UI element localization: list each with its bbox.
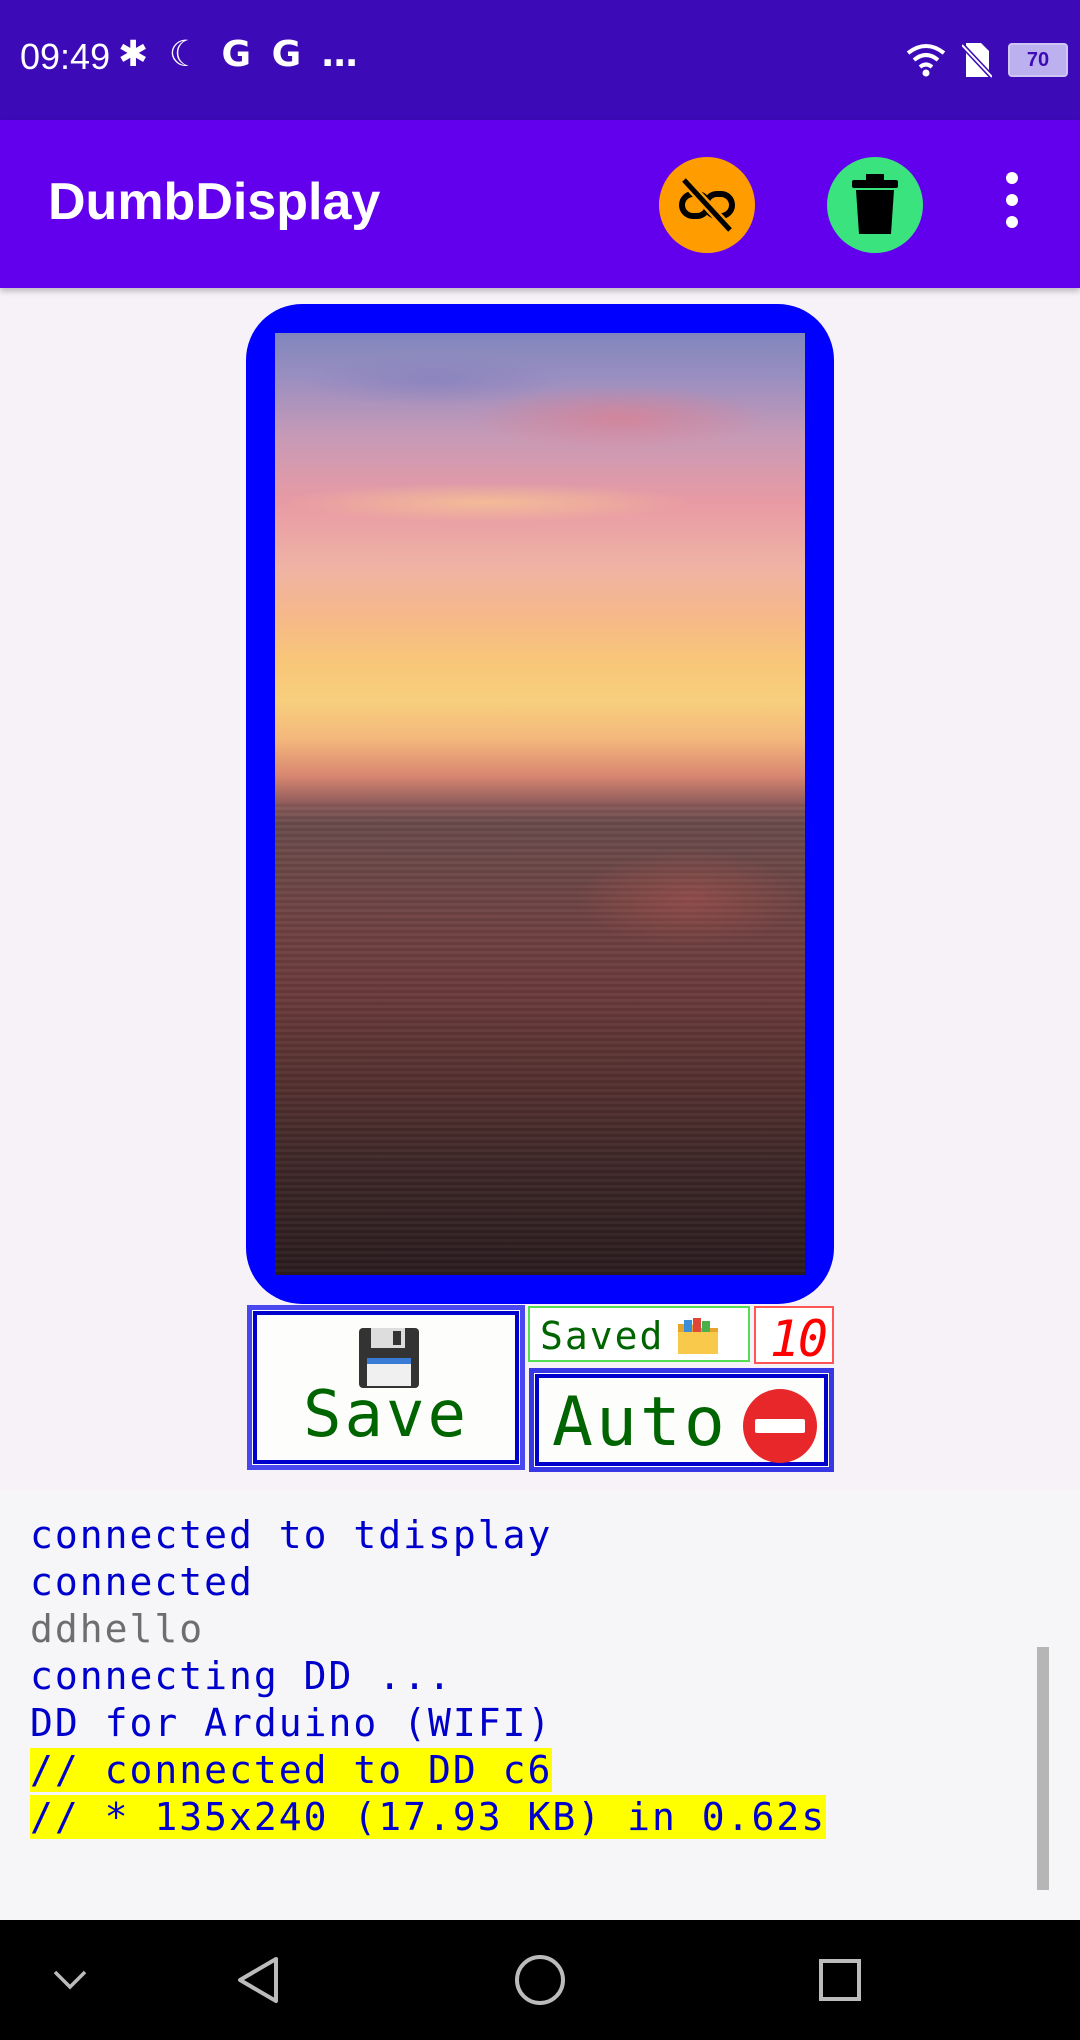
status-bar: 09:49 ✱ ☾ G G … 70 bbox=[0, 0, 1080, 120]
auto-button[interactable]: Auto bbox=[529, 1368, 834, 1472]
home-icon bbox=[515, 1955, 565, 2005]
notification-icons: ✱ ☾ G G … bbox=[118, 34, 362, 75]
counter-display: 10 bbox=[754, 1306, 834, 1368]
folder-icon bbox=[678, 1318, 718, 1354]
log-lines: connected to tdisplay connected ddhello … bbox=[30, 1512, 827, 1841]
log-line: DD for Arduino (WIFI) bbox=[30, 1701, 553, 1745]
no-entry-icon bbox=[743, 1389, 817, 1463]
counter-value: 10 bbox=[769, 1310, 828, 1368]
nav-back-button[interactable] bbox=[218, 1920, 298, 2040]
log-panel[interactable]: connected to tdisplay connected ddhello … bbox=[0, 1490, 1080, 1920]
trash-button[interactable] bbox=[827, 157, 923, 253]
app-title: DumbDisplay bbox=[48, 173, 381, 231]
link-off-icon bbox=[679, 176, 735, 234]
saved-label: Saved bbox=[540, 1314, 665, 1358]
nav-home-button[interactable] bbox=[500, 1920, 580, 2040]
overflow-menu-icon[interactable] bbox=[996, 172, 1028, 236]
log-line: connecting DD ... bbox=[30, 1654, 453, 1698]
log-line: connected to tdisplay bbox=[30, 1513, 553, 1557]
log-line: // * 135x240 (17.93 KB) in 0.62s bbox=[30, 1795, 827, 1839]
log-line: ddhello bbox=[30, 1607, 205, 1651]
app-bar: DumbDisplay bbox=[0, 120, 1080, 288]
nav-collapse-button[interactable] bbox=[30, 1920, 110, 2040]
recents-icon bbox=[819, 1959, 861, 2001]
status-right: 70 bbox=[906, 40, 1068, 80]
chevron-down-icon bbox=[53, 1970, 87, 1990]
sunset-photo bbox=[275, 333, 805, 1275]
wifi-icon bbox=[906, 44, 946, 77]
auto-label: Auto bbox=[552, 1383, 728, 1462]
save-button[interactable]: Save bbox=[247, 1305, 525, 1470]
nav-recents-button[interactable] bbox=[800, 1920, 880, 2040]
no-sim-icon bbox=[962, 43, 992, 79]
save-label: Save bbox=[302, 1378, 470, 1452]
saved-status: Saved bbox=[528, 1306, 750, 1362]
disconnect-button[interactable] bbox=[659, 157, 755, 253]
back-icon bbox=[238, 1957, 278, 2003]
navigation-bar bbox=[0, 1920, 1080, 2040]
log-scrollbar[interactable] bbox=[1037, 1647, 1049, 1890]
log-line: // connected to DD c6 bbox=[30, 1748, 553, 1792]
battery-icon: 70 bbox=[1008, 43, 1068, 77]
status-time: 09:49 bbox=[20, 36, 111, 77]
trash-icon bbox=[852, 174, 898, 234]
log-line: connected bbox=[30, 1560, 254, 1604]
